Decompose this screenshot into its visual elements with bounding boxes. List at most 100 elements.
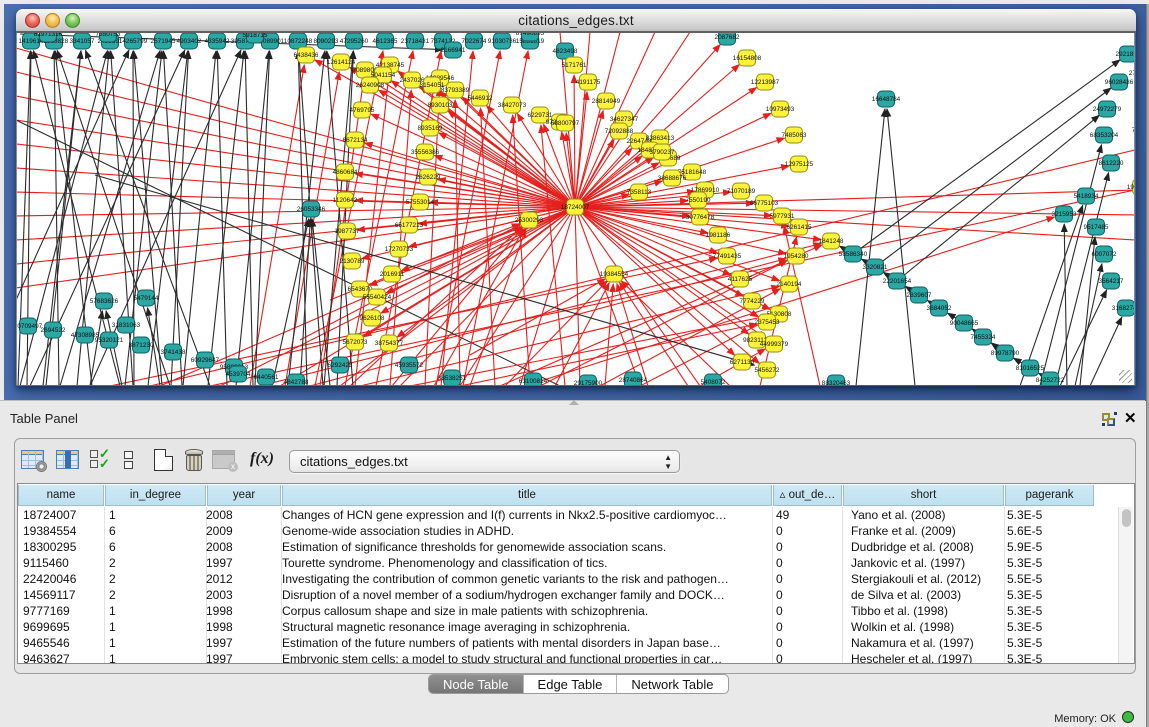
svg-text:28814949: 28814949 bbox=[592, 98, 621, 105]
svg-text:14265799: 14265799 bbox=[119, 38, 148, 45]
svg-text:2839607: 2839607 bbox=[907, 292, 932, 299]
svg-text:66775103: 66775103 bbox=[750, 200, 779, 207]
svg-text:7455324: 7455324 bbox=[971, 334, 996, 341]
svg-text:27566185: 27566185 bbox=[1129, 70, 1134, 77]
svg-text:6440561: 6440561 bbox=[254, 374, 279, 381]
svg-text:90048665: 90048665 bbox=[950, 320, 979, 327]
svg-text:6261415: 6261415 bbox=[787, 224, 812, 231]
svg-text:4860684: 4860684 bbox=[333, 169, 358, 176]
svg-text:5408072: 5408072 bbox=[701, 379, 726, 385]
svg-text:31831063: 31831063 bbox=[112, 322, 141, 329]
svg-text:1987737: 1987737 bbox=[335, 228, 360, 235]
svg-text:2571945: 2571945 bbox=[151, 38, 176, 45]
svg-text:5672073: 5672073 bbox=[343, 339, 368, 346]
svg-text:4117625: 4117625 bbox=[728, 276, 753, 283]
svg-text:81016525: 81016525 bbox=[1016, 365, 1045, 372]
svg-text:84252722: 84252722 bbox=[1036, 377, 1065, 384]
svg-text:83793389: 83793389 bbox=[441, 87, 470, 94]
svg-text:38754377: 38754377 bbox=[375, 340, 404, 347]
svg-text:4191175: 4191175 bbox=[576, 79, 601, 86]
svg-text:34627347: 34627347 bbox=[610, 116, 639, 123]
svg-text:10973493: 10973493 bbox=[766, 106, 795, 113]
svg-text:3320821: 3320821 bbox=[863, 264, 888, 271]
svg-text:16648784: 16648784 bbox=[872, 96, 901, 103]
svg-text:26053346: 26053346 bbox=[297, 206, 326, 213]
svg-text:96028436: 96028436 bbox=[1105, 79, 1134, 86]
svg-text:88320463: 88320463 bbox=[822, 380, 851, 385]
svg-text:2130789: 2130789 bbox=[340, 258, 365, 265]
svg-text:77491435: 77491435 bbox=[713, 253, 742, 260]
svg-text:5456272: 5456272 bbox=[755, 367, 780, 374]
svg-text:81971316: 81971316 bbox=[34, 33, 63, 38]
svg-text:7022674: 7022674 bbox=[462, 38, 487, 45]
svg-text:5171761: 5171761 bbox=[562, 62, 587, 69]
svg-text:7358113: 7358113 bbox=[627, 189, 652, 196]
svg-text:89978790: 89978790 bbox=[991, 350, 1020, 357]
svg-text:4842788: 4842788 bbox=[284, 379, 309, 385]
svg-text:7550190: 7550190 bbox=[686, 197, 711, 204]
svg-text:6672134: 6672134 bbox=[343, 137, 368, 144]
svg-text:1841248: 1841248 bbox=[819, 238, 844, 245]
svg-text:26240908: 26240908 bbox=[356, 82, 385, 89]
svg-text:9517485: 9517485 bbox=[1084, 224, 1109, 231]
svg-text:6229731: 6229731 bbox=[528, 112, 553, 119]
svg-text:57553014: 57553014 bbox=[406, 199, 435, 206]
svg-text:8935169: 8935169 bbox=[418, 125, 443, 132]
svg-text:18724007: 18724007 bbox=[561, 204, 590, 211]
svg-text:2626229: 2626229 bbox=[416, 174, 441, 181]
svg-text:2694522: 2694522 bbox=[41, 327, 66, 334]
svg-text:87490893: 87490893 bbox=[516, 33, 545, 37]
svg-text:95320121: 95320121 bbox=[95, 337, 124, 344]
svg-text:71367643: 71367643 bbox=[1132, 127, 1134, 134]
svg-text:4539704: 4539704 bbox=[226, 371, 251, 378]
svg-text:6438436: 6438436 bbox=[294, 52, 319, 59]
svg-text:31682744: 31682744 bbox=[1112, 305, 1134, 312]
svg-text:8930103: 8930103 bbox=[428, 102, 453, 109]
svg-text:83863413: 83863413 bbox=[646, 135, 675, 142]
svg-text:4823498: 4823498 bbox=[553, 48, 578, 55]
svg-text:57683626: 57683626 bbox=[90, 298, 119, 305]
svg-text:1954280: 1954280 bbox=[784, 253, 809, 260]
svg-text:60929647: 60929647 bbox=[191, 357, 220, 364]
svg-text:3341057: 3341057 bbox=[70, 38, 95, 45]
svg-text:25300293: 25300293 bbox=[515, 217, 544, 224]
svg-text:2375453: 2375453 bbox=[755, 319, 780, 326]
svg-text:6007072: 6007072 bbox=[1092, 251, 1117, 258]
svg-text:5918715: 5918715 bbox=[243, 33, 268, 39]
svg-text:38538251: 38538251 bbox=[438, 375, 467, 382]
svg-text:44999379: 44999379 bbox=[760, 341, 789, 348]
svg-text:65177213: 65177213 bbox=[395, 222, 424, 229]
svg-text:63100814: 63100814 bbox=[519, 378, 548, 385]
svg-text:12975125: 12975125 bbox=[785, 161, 814, 168]
svg-text:8612220: 8612220 bbox=[1099, 160, 1124, 167]
svg-text:7350753: 7350753 bbox=[96, 33, 121, 38]
svg-text:35556386: 35556386 bbox=[411, 149, 440, 156]
svg-text:4335942: 4335942 bbox=[205, 38, 230, 45]
svg-text:28740864: 28740864 bbox=[619, 377, 648, 384]
svg-text:17270733: 17270733 bbox=[385, 246, 414, 253]
svg-text:19384554: 19384554 bbox=[600, 271, 629, 278]
svg-text:3564217: 3564217 bbox=[1099, 278, 1124, 285]
svg-text:1981186: 1981186 bbox=[706, 232, 731, 239]
svg-text:2016911: 2016911 bbox=[380, 271, 405, 278]
svg-text:6271130: 6271130 bbox=[730, 359, 755, 366]
svg-text:10872248: 10872248 bbox=[284, 38, 313, 45]
svg-text:12213987: 12213987 bbox=[751, 79, 780, 86]
svg-text:5977931: 5977931 bbox=[770, 213, 795, 220]
svg-text:7485063: 7485063 bbox=[782, 132, 807, 139]
svg-text:38688676: 38688676 bbox=[658, 175, 687, 182]
svg-text:29175900: 29175900 bbox=[574, 380, 603, 385]
svg-text:3684052: 3684052 bbox=[927, 305, 952, 312]
svg-text:68353204: 68353204 bbox=[1090, 132, 1119, 139]
svg-text:45935572: 45935572 bbox=[395, 362, 424, 369]
svg-text:3741438: 3741438 bbox=[161, 349, 186, 356]
svg-text:2140194: 2140194 bbox=[777, 281, 802, 288]
svg-text:4612365: 4612365 bbox=[373, 38, 398, 45]
svg-text:5479144: 5479144 bbox=[134, 295, 159, 302]
svg-text:20709497: 20709497 bbox=[17, 323, 43, 330]
svg-text:23718431: 23718431 bbox=[401, 38, 430, 45]
svg-text:55540424: 55540424 bbox=[363, 294, 392, 301]
svg-text:5418934: 5418934 bbox=[1074, 193, 1099, 200]
svg-text:9626108: 9626108 bbox=[360, 315, 385, 322]
svg-text:7774229: 7774229 bbox=[740, 298, 765, 305]
